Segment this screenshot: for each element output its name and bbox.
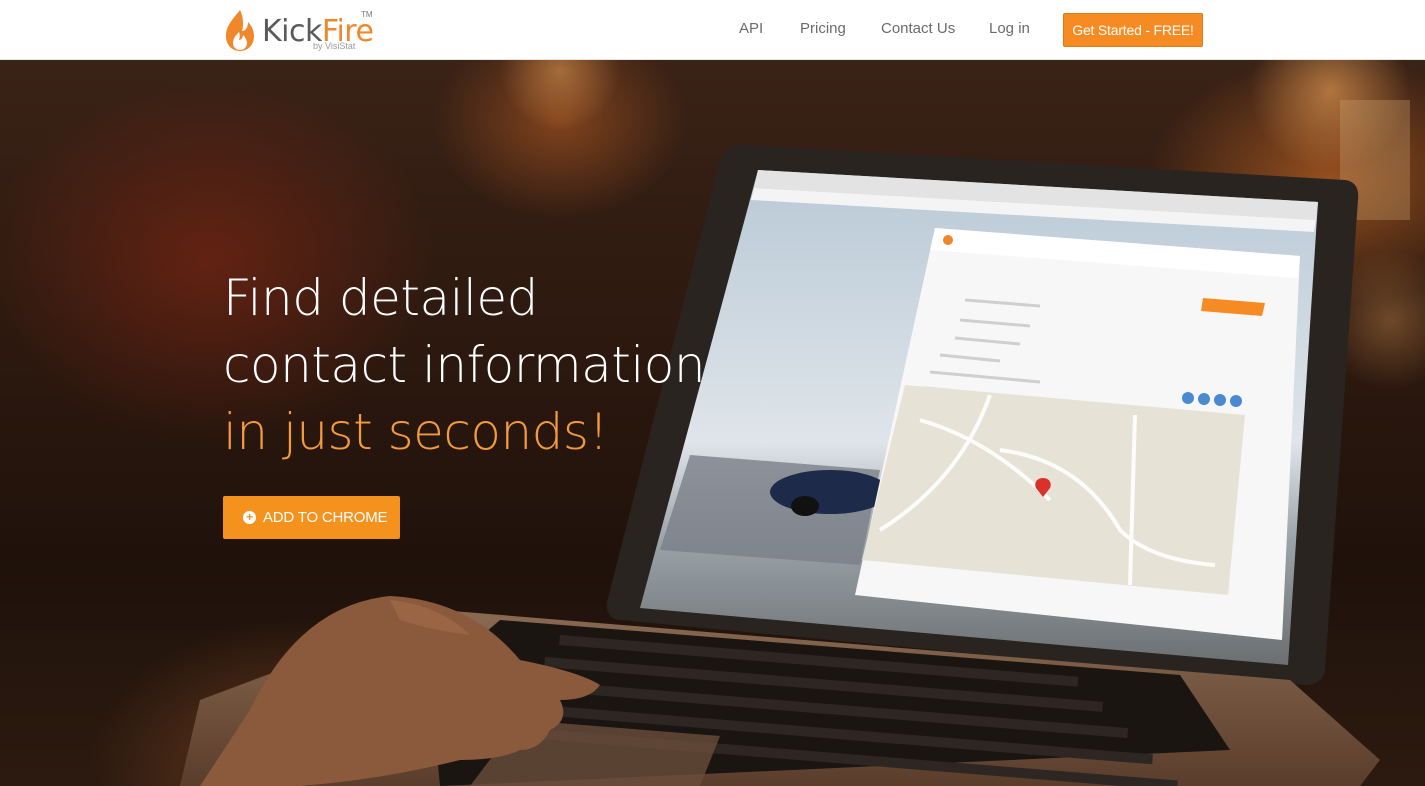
get-started-button[interactable]: Get Started - FREE!	[1063, 13, 1203, 47]
site-header: KickFire TM by VisiStat API Pricing Cont…	[0, 0, 1425, 60]
hero-headline: Find detailed contact information in jus…	[223, 265, 706, 466]
headline-line-3: in just seconds!	[223, 403, 609, 461]
nav-link-pricing[interactable]: Pricing	[800, 20, 846, 37]
nav-link-api[interactable]: API	[739, 20, 763, 37]
logo-byline: by VisiStat	[313, 41, 356, 51]
kickfire-logo[interactable]: KickFire TM by VisiStat	[222, 8, 382, 54]
headline-line-2: contact information	[223, 336, 706, 394]
add-to-chrome-label: ADD TO CHROME	[263, 509, 388, 526]
nav-link-contact-us[interactable]: Contact Us	[881, 20, 955, 37]
flame-icon	[226, 10, 254, 51]
trademark-mark: TM	[361, 10, 373, 19]
plus-circle-icon: +	[243, 511, 256, 524]
laptop-background-image	[180, 60, 1425, 786]
nav-link-log-in[interactable]: Log in	[989, 20, 1030, 37]
add-to-chrome-button[interactable]: + ADD TO CHROME	[223, 496, 400, 539]
headline-line-1: Find detailed	[223, 269, 538, 327]
hero-section: Find detailed contact information in jus…	[0, 60, 1425, 786]
